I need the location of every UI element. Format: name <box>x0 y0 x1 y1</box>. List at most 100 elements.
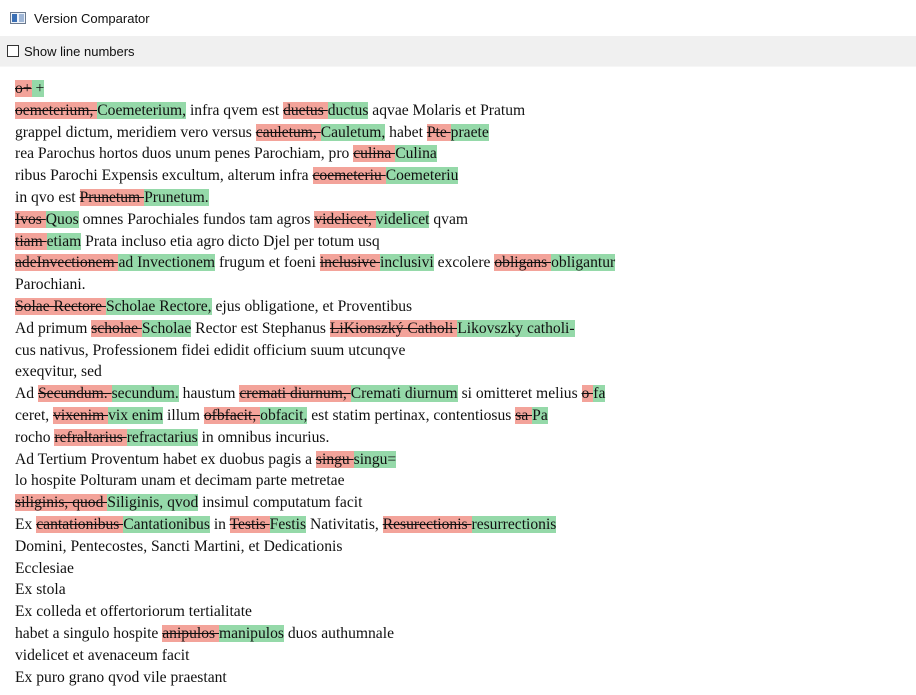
show-line-numbers-checkbox[interactable] <box>7 45 19 57</box>
deleted-text: adeInvectionem <box>15 254 119 272</box>
unchanged-text: Ecclesiae <box>15 559 74 577</box>
deleted-text: refraltarius <box>54 428 127 446</box>
deleted-text: obligans <box>494 254 552 272</box>
diff-line: lo hospite Polturam unam et decimam part… <box>15 470 910 492</box>
diff-view: o+ + oemeterium, Coemeterium, infra qvem … <box>15 78 910 688</box>
diff-line: habet a singulo hospite anipulos manipul… <box>15 623 910 645</box>
diff-line: Ad Secundum. secundum. haustum cremati d… <box>15 383 910 405</box>
deleted-text: Secundum. <box>37 385 112 403</box>
diff-line: rocho refraltarius refractarius in omnib… <box>15 427 910 449</box>
deleted-text: o <box>581 385 594 403</box>
unchanged-text: Domini, Pentecostes, Sancti Martini, et … <box>15 537 343 555</box>
deleted-text: oemeterium, <box>15 101 98 119</box>
unchanged-text: Prata incluso etia agro dicto Djel per t… <box>81 232 380 250</box>
unchanged-text: Nativitatis, <box>306 515 383 533</box>
inserted-text: etiam <box>46 232 82 250</box>
unchanged-text: grappel dictum, meridiem vero versus <box>15 123 256 141</box>
inserted-text: ductus <box>327 101 369 119</box>
inserted-text: fa <box>593 385 606 403</box>
inserted-text: videlicet <box>375 210 430 228</box>
diff-line: grappel dictum, meridiem vero versus cau… <box>15 122 910 144</box>
deleted-text: Resurectionis <box>382 515 472 533</box>
unchanged-text: rea Parochus hortos duos unum penes Paro… <box>15 145 354 163</box>
unchanged-text: si omitteret melius <box>457 385 582 403</box>
inserted-text: Festis <box>269 515 307 533</box>
unchanged-text: Rector est Stephanus <box>191 319 330 337</box>
diff-line: o+ + <box>15 78 910 100</box>
deleted-text: Testis <box>229 515 270 533</box>
deleted-text: Prunetum <box>79 188 145 206</box>
inserted-text: vix enim <box>108 406 164 424</box>
inserted-text: resurrectionis <box>471 515 557 533</box>
unchanged-text: omnes Parochiales fundos tam agros <box>78 210 315 228</box>
deleted-text: singu <box>315 450 354 468</box>
unchanged-text: ceret, <box>15 406 54 424</box>
diff-line: cus nativus, Professionem fidei edidit o… <box>15 340 910 362</box>
deleted-text: culina <box>353 145 396 163</box>
unchanged-text: Parochiani. <box>15 276 86 294</box>
deleted-text: anipulos <box>162 624 219 642</box>
unchanged-text: illum <box>163 406 204 424</box>
toolbar: Show line numbers <box>0 36 916 67</box>
diff-line: adeInvectionem ad Invectionem frugum et … <box>15 252 910 274</box>
diff-line: siliginis, quod Siliginis, qvod insimul … <box>15 492 910 514</box>
deleted-text: LiKionszký Catholi <box>329 319 458 337</box>
unchanged-text: infra qvem est <box>186 101 284 119</box>
diff-line: Ecclesiae <box>15 558 910 580</box>
deleted-text: duetus <box>283 101 328 119</box>
app-window-icon <box>10 12 26 24</box>
inserted-text: obfacit, <box>260 406 308 424</box>
diff-line: Solae Rectore Scholae Rectore, ejus obli… <box>15 296 910 318</box>
deleted-text: vixenim <box>53 406 109 424</box>
diff-line: oemeterium, Coemeterium, infra qvem est … <box>15 100 910 122</box>
unchanged-text: cus nativus, Professionem fidei edidit o… <box>15 341 406 359</box>
inserted-text: Pa <box>532 406 548 424</box>
unchanged-text: Ex colleda et offertoriorum tertialitate <box>15 603 252 621</box>
inserted-text: secundum. <box>111 385 179 403</box>
diff-line: videlicet et avenaceum facit <box>15 645 910 667</box>
diff-line: Ivos Quos omnes Parochiales fundos tam a… <box>15 209 910 231</box>
window-title: Version Comparator <box>34 10 150 26</box>
unchanged-text: in qvo est <box>15 188 80 206</box>
inserted-text: manipulos <box>219 624 284 642</box>
unchanged-text: Ex puro grano qvod vile praestant <box>15 668 227 686</box>
inserted-text: praete <box>450 123 489 141</box>
deleted-text: sa <box>515 406 533 424</box>
unchanged-text: Ad primum <box>15 319 92 337</box>
unchanged-text: ejus obligatione, et Proventibus <box>211 297 413 315</box>
unchanged-text: duos authumnale <box>283 624 394 642</box>
inserted-text: inclusivi <box>380 254 434 272</box>
deleted-text: videlicet, <box>314 210 376 228</box>
unchanged-text: videlicet et avenaceum facit <box>15 646 190 664</box>
unchanged-text: in omnibus incurius. <box>197 428 330 446</box>
diff-line: Domini, Pentecostes, Sancti Martini, et … <box>15 536 910 558</box>
unchanged-text: in <box>209 515 230 533</box>
inserted-text: refractarius <box>126 428 198 446</box>
deleted-text: o+ <box>15 80 32 97</box>
unchanged-text: Ad Tertium Proventum habet ex duobus pag… <box>15 450 316 468</box>
diff-line: rea Parochus hortos duos unum penes Paro… <box>15 143 910 165</box>
diff-line: Ad primum scholae Scholae Rector est Ste… <box>15 318 910 340</box>
show-line-numbers-label[interactable]: Show line numbers <box>24 44 135 59</box>
unchanged-text: qvam <box>429 210 469 228</box>
inserted-text: Cantationibus <box>123 515 210 533</box>
inserted-text: ad Invectionem <box>118 254 216 272</box>
inserted-text: Coemeteriu <box>385 167 459 185</box>
unchanged-text: haustum <box>178 385 240 403</box>
diff-line: Ad Tertium Proventum habet ex duobus pag… <box>15 449 910 471</box>
inserted-text: singu= <box>353 450 397 468</box>
diff-line: exeqvitur, sed <box>15 361 910 383</box>
unchanged-text: ribus Parochi Expensis excultum, alterum… <box>15 167 313 185</box>
diff-line: ceret, vixenim vix enim illum ofbfacit, … <box>15 405 910 427</box>
unchanged-text: Ex <box>15 515 37 533</box>
inserted-text: Scholae Rectore, <box>105 297 212 315</box>
diff-line: Ex cantationibus Cantationibus in Testis… <box>15 514 910 536</box>
title-bar: Version Comparator <box>0 0 916 36</box>
diff-line: Ex colleda et offertoriorum tertialitate <box>15 601 910 623</box>
unchanged-text: Ex stola <box>15 581 66 599</box>
deleted-text: Pte <box>426 123 451 141</box>
deleted-text: Solae Rectore <box>15 297 106 315</box>
inserted-text: obligantur <box>551 254 616 272</box>
unchanged-text: habet a singulo hospite <box>15 624 163 642</box>
inserted-text: + <box>31 80 45 97</box>
